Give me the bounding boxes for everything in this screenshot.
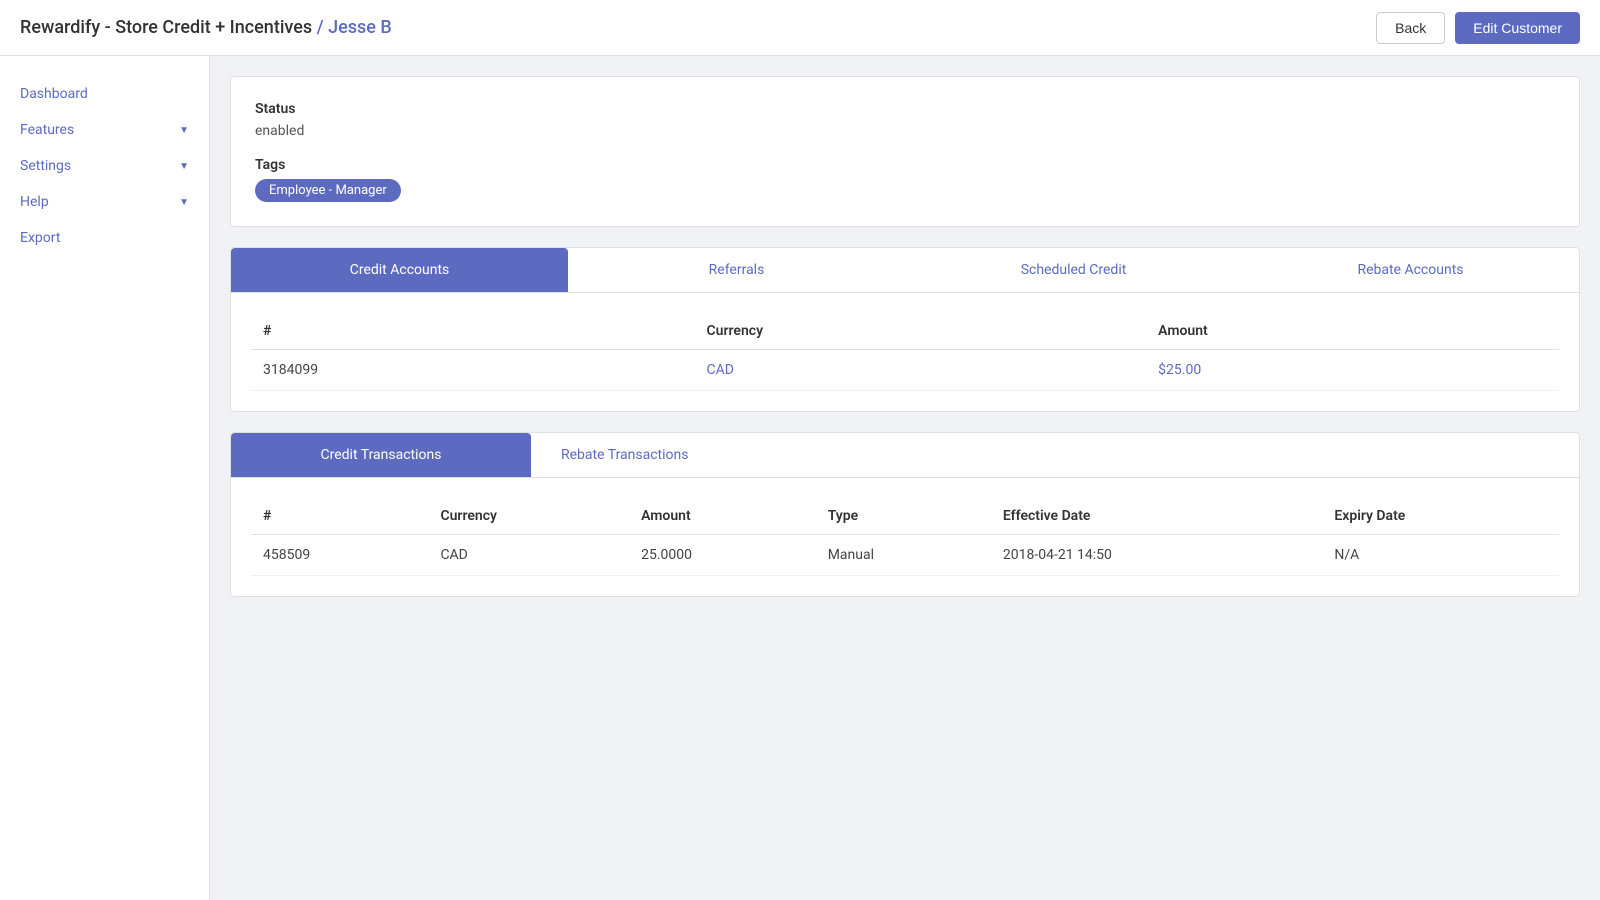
table-row: 3184099 CAD $25.00 bbox=[251, 350, 1559, 391]
chevron-down-icon: ▼ bbox=[179, 161, 189, 172]
col-header-amount: Amount bbox=[1146, 313, 1559, 350]
tab-referrals[interactable]: Referrals bbox=[568, 248, 905, 292]
app-title: Rewardify - Store Credit + Incentives bbox=[20, 17, 312, 38]
cell-amount: 25.0000 bbox=[629, 535, 816, 576]
transactions-card: Credit Transactions Rebate Transactions … bbox=[230, 432, 1580, 597]
tag-badge: Employee - Manager bbox=[255, 179, 401, 202]
credit-accounts-tab-content: # Currency Amount 3184099 CAD $25.00 bbox=[231, 293, 1579, 411]
customer-name: Jesse B bbox=[328, 17, 392, 38]
main-content: Status enabled Tags Employee - Manager C… bbox=[210, 56, 1600, 900]
col-header-expiry-date: Expiry Date bbox=[1322, 498, 1559, 535]
col-header-type: Type bbox=[816, 498, 991, 535]
header-actions: Back Edit Customer bbox=[1376, 12, 1580, 44]
credit-accounts-table: # Currency Amount 3184099 CAD $25.00 bbox=[251, 313, 1559, 391]
sidebar-item-label: Features bbox=[20, 122, 74, 138]
page-title: Rewardify - Store Credit + Incentives / … bbox=[20, 17, 392, 38]
transactions-table: # Currency Amount Type Effective Date Ex… bbox=[251, 498, 1559, 576]
transactions-tabs-nav: Credit Transactions Rebate Transactions bbox=[231, 433, 1579, 478]
sidebar-item-export[interactable]: Export bbox=[0, 220, 209, 256]
layout: Dashboard Features ▼ Settings ▼ Help ▼ E… bbox=[0, 56, 1600, 900]
status-value: enabled bbox=[255, 123, 1555, 139]
sidebar-item-label: Dashboard bbox=[20, 86, 88, 102]
cell-amount: $25.00 bbox=[1146, 350, 1559, 391]
sidebar-item-settings[interactable]: Settings ▼ bbox=[0, 148, 209, 184]
tab-rebate-accounts[interactable]: Rebate Accounts bbox=[1242, 248, 1579, 292]
cell-id: 3184099 bbox=[251, 350, 695, 391]
cell-effective-date: 2018-04-21 14:50 bbox=[991, 535, 1322, 576]
sidebar-item-label: Settings bbox=[20, 158, 71, 174]
tab-credit-transactions[interactable]: Credit Transactions bbox=[231, 433, 531, 477]
col-header-id: # bbox=[251, 313, 695, 350]
transactions-tab-content: # Currency Amount Type Effective Date Ex… bbox=[231, 478, 1579, 596]
cell-currency: CAD bbox=[428, 535, 629, 576]
sidebar-item-label: Export bbox=[20, 230, 60, 246]
chevron-down-icon: ▼ bbox=[179, 125, 189, 136]
cell-type: Manual bbox=[816, 535, 991, 576]
cell-currency[interactable]: CAD bbox=[695, 350, 1147, 391]
sidebar: Dashboard Features ▼ Settings ▼ Help ▼ E… bbox=[0, 56, 210, 900]
sidebar-item-dashboard[interactable]: Dashboard bbox=[0, 76, 209, 112]
col-header-currency: Currency bbox=[428, 498, 629, 535]
sidebar-item-label: Help bbox=[20, 194, 49, 210]
status-label: Status bbox=[255, 101, 1555, 117]
tab-scheduled-credit[interactable]: Scheduled Credit bbox=[905, 248, 1242, 292]
col-header-amount: Amount bbox=[629, 498, 816, 535]
back-button[interactable]: Back bbox=[1376, 12, 1445, 44]
col-header-effective-date: Effective Date bbox=[991, 498, 1322, 535]
edit-customer-button[interactable]: Edit Customer bbox=[1455, 12, 1580, 44]
sidebar-item-features[interactable]: Features ▼ bbox=[0, 112, 209, 148]
separator: / bbox=[312, 17, 328, 38]
credit-accounts-tabs-nav: Credit Accounts Referrals Scheduled Cred… bbox=[231, 248, 1579, 293]
cell-expiry-date: N/A bbox=[1322, 535, 1559, 576]
col-header-currency: Currency bbox=[695, 313, 1147, 350]
top-header: Rewardify - Store Credit + Incentives / … bbox=[0, 0, 1600, 56]
cell-id: 458509 bbox=[251, 535, 428, 576]
tags-container: Employee - Manager bbox=[255, 179, 1555, 202]
chevron-down-icon: ▼ bbox=[179, 197, 189, 208]
tab-credit-accounts[interactable]: Credit Accounts bbox=[231, 248, 568, 292]
credit-accounts-card: Credit Accounts Referrals Scheduled Cred… bbox=[230, 247, 1580, 412]
tags-label: Tags bbox=[255, 157, 1555, 173]
sidebar-item-help[interactable]: Help ▼ bbox=[0, 184, 209, 220]
customer-info-card: Status enabled Tags Employee - Manager bbox=[230, 76, 1580, 227]
table-row: 458509 CAD 25.0000 Manual 2018-04-21 14:… bbox=[251, 535, 1559, 576]
col-header-id: # bbox=[251, 498, 428, 535]
tab-rebate-transactions[interactable]: Rebate Transactions bbox=[531, 433, 718, 477]
